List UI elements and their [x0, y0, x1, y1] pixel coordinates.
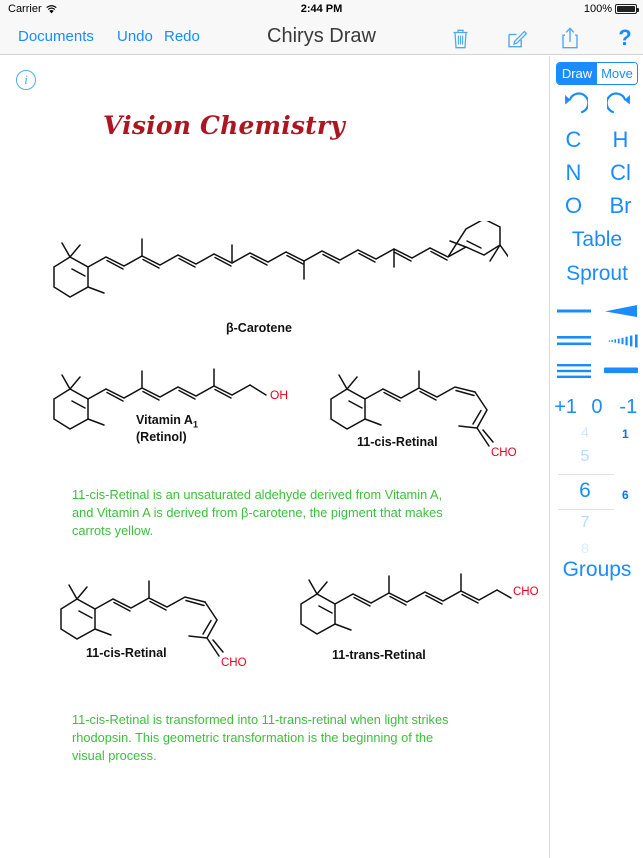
label-beta-carotene: β-Carotene — [226, 321, 292, 335]
label-11-trans-retinal: 11-trans-Retinal — [332, 648, 426, 662]
status-bar-right: 100% — [583, 3, 639, 15]
structure-11-trans-retinal[interactable]: CHO — [295, 561, 545, 656]
element-button-n[interactable]: N — [550, 158, 597, 187]
bond-row-1 — [550, 298, 643, 324]
note-text-2: 11-cis-Retinal is transformed into 11-tr… — [72, 712, 449, 764]
ring-size-option-5[interactable]: 5 — [550, 448, 620, 466]
charge-button-zero[interactable]: 0 — [581, 393, 612, 421]
battery-full-icon — [615, 4, 639, 14]
label-vitamin-a1-line2: (Retinol) — [136, 430, 187, 445]
hash-wedge-bond-icon[interactable] — [597, 328, 643, 354]
share-icon[interactable] — [557, 26, 583, 50]
ring-size-option-4[interactable]: 4 — [550, 424, 620, 440]
compose-icon[interactable] — [504, 26, 530, 50]
label-vitamin-a1-subscript: 1 — [192, 419, 198, 430]
app-title: Chirys Draw — [267, 25, 376, 47]
tool-sidebar: Draw Move C H N Cl O Br Table Sprout +1 … — [549, 56, 643, 858]
info-icon[interactable]: i — [16, 70, 36, 90]
status-bar: Carrier 2:44 PM 100% — [0, 0, 643, 18]
terminal-group-oh: OH — [270, 388, 288, 402]
element-button-c[interactable]: C — [550, 125, 597, 154]
ring-value: 6 — [622, 488, 629, 502]
picker-separator-bottom — [558, 509, 614, 510]
charge-row: +1 0 -1 — [550, 393, 643, 421]
element-row-3: O Br — [550, 191, 643, 220]
document-title: Vision Chemistry — [103, 111, 346, 140]
element-row-2: N Cl — [550, 158, 643, 187]
single-bond-icon[interactable] — [550, 298, 597, 324]
help-button[interactable]: ? — [612, 25, 638, 50]
nav-toolbar: Documents Undo Redo Chirys Draw ? — [0, 18, 643, 55]
ring-size-picker[interactable]: 4 5 6 7 8 — [550, 424, 620, 569]
element-button-cl[interactable]: Cl — [597, 158, 643, 187]
status-bar-time: 2:44 PM — [300, 3, 343, 15]
double-bond-icon[interactable] — [550, 328, 597, 354]
mode-move-button[interactable]: Move — [597, 63, 637, 84]
element-row-1: C H — [550, 125, 643, 154]
element-button-br[interactable]: Br — [597, 191, 643, 220]
mode-segmented-control[interactable]: Draw Move — [556, 62, 638, 85]
trash-icon[interactable] — [447, 26, 473, 50]
triple-bond-icon[interactable] — [550, 358, 597, 384]
charge-button-minus1[interactable]: -1 — [613, 393, 643, 421]
structure-beta-carotene[interactable] — [48, 221, 508, 316]
charge-button-plus1[interactable]: +1 — [550, 393, 581, 421]
history-row — [550, 89, 643, 121]
undo-arrow-icon[interactable] — [550, 89, 597, 121]
bond-order-value: 1 — [622, 427, 629, 441]
drawing-canvas[interactable]: i Vision Chemistry β-Carotene OH Vitamin… — [0, 56, 548, 858]
bold-bond-icon[interactable] — [597, 358, 643, 384]
ring-size-option-7[interactable]: 7 — [550, 514, 620, 532]
picker-separator-top — [558, 474, 614, 475]
element-button-h[interactable]: H — [597, 125, 643, 154]
battery-percent-label: 100% — [583, 3, 612, 15]
element-button-o[interactable]: O — [550, 191, 597, 220]
bond-row-3 — [550, 358, 643, 384]
redo-arrow-icon[interactable] — [597, 89, 643, 121]
ring-size-option-6-selected[interactable]: 6 — [550, 479, 620, 503]
structure-11-cis-retinal-bottom[interactable]: CHO — [55, 566, 270, 678]
terminal-group-cho-bottom: CHO — [221, 657, 247, 669]
label-11-cis-retinal-top: 11-cis-Retinal — [357, 435, 438, 449]
label-vitamin-a1-line1: Vitamin A — [136, 413, 193, 427]
table-button[interactable]: Table — [550, 228, 643, 252]
bond-row-2 — [550, 328, 643, 354]
ring-size-option-8[interactable]: 8 — [550, 540, 620, 556]
mode-draw-button[interactable]: Draw — [557, 63, 597, 84]
terminal-group-cho-trans: CHO — [513, 586, 539, 598]
terminal-group-cho-top: CHO — [491, 447, 517, 459]
label-vitamin-a1: Vitamin A1 (Retinol) — [136, 413, 198, 445]
sprout-button[interactable]: Sprout — [550, 262, 643, 286]
label-11-cis-retinal-bottom: 11-cis-Retinal — [86, 646, 167, 660]
note-text-1: 11-cis-Retinal is an unsaturated aldehyd… — [72, 487, 443, 539]
groups-button[interactable]: Groups — [550, 558, 643, 582]
app-root: Carrier 2:44 PM 100% Documents Undo Redo… — [0, 0, 643, 858]
wedge-bond-icon[interactable] — [597, 298, 643, 324]
structure-11-cis-retinal-top[interactable]: CHO — [325, 356, 540, 468]
